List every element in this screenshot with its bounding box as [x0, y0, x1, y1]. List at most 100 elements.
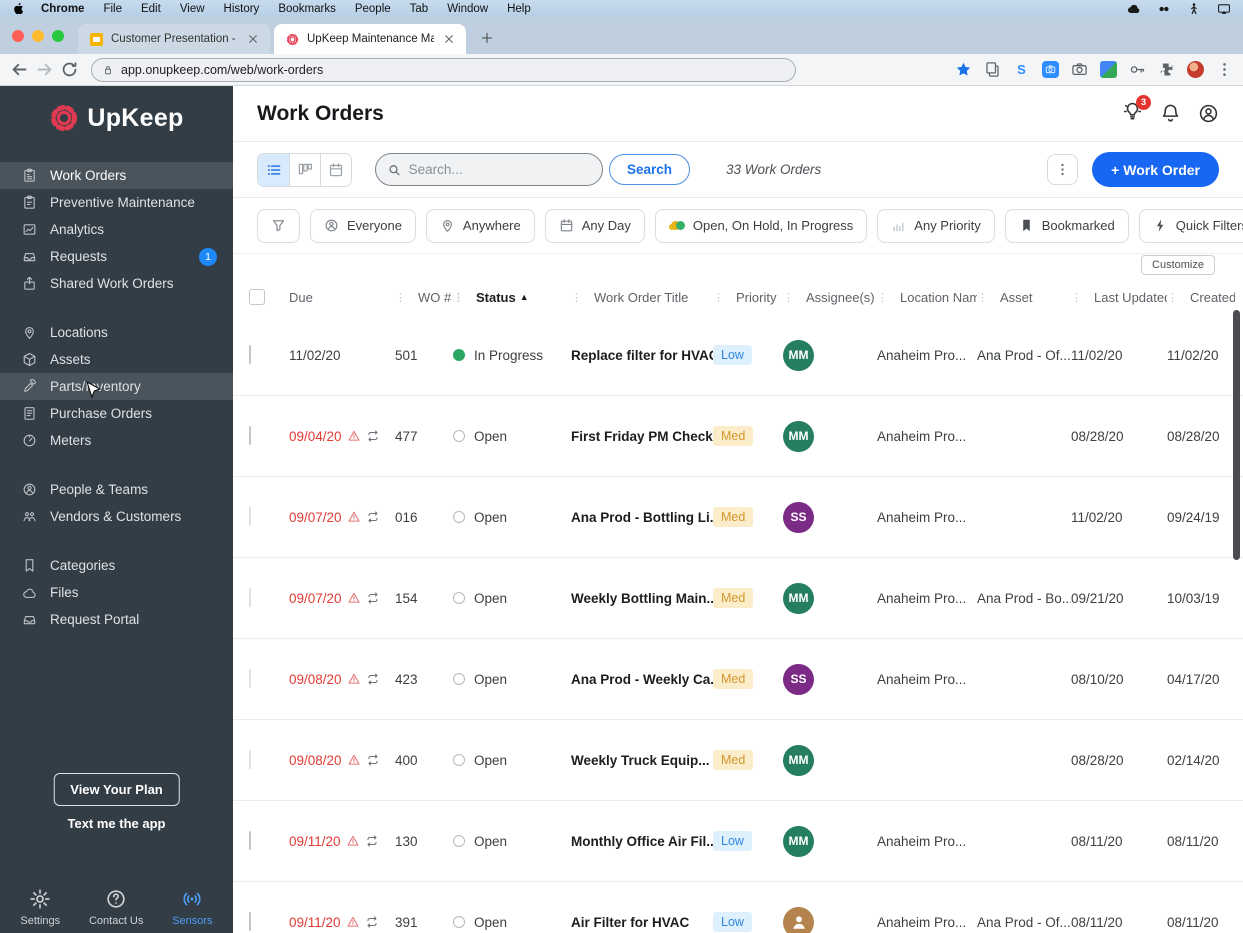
back-icon[interactable]: [10, 60, 29, 79]
sidebar-item-files[interactable]: Files: [0, 579, 233, 606]
minimize-window-button[interactable]: [32, 29, 44, 42]
column-header-created-on[interactable]: Created On: [1167, 290, 1235, 305]
menu-edit[interactable]: Edit: [141, 3, 161, 15]
work-order-row-391[interactable]: 09/11/20 391 Open Air Filter for HVAC Low Ana…: [233, 882, 1243, 933]
browser-tab-1[interactable]: Customer Presentation - Goog: [78, 24, 270, 54]
menu-file[interactable]: File: [103, 3, 122, 15]
browser-menu-icon[interactable]: [1216, 61, 1233, 78]
customize-columns-button[interactable]: Customize: [1141, 255, 1215, 275]
assignee-photo-avatar[interactable]: [783, 906, 814, 933]
menu-help[interactable]: Help: [507, 3, 531, 15]
scrollbar-thumb[interactable]: [1233, 310, 1240, 560]
row-checkbox[interactable]: [249, 669, 251, 688]
status-filter[interactable]: Open, On Hold, In Progress: [654, 208, 868, 243]
work-order-row-016[interactable]: 09/07/20 016 Open Ana Prod - Bottling Li...…: [233, 477, 1243, 558]
cloud-icon[interactable]: [1127, 2, 1141, 16]
column-header-asset[interactable]: Asset: [977, 290, 1071, 305]
account-icon[interactable]: [1198, 103, 1219, 124]
work-order-row-400[interactable]: 09/08/20 400 Open Weekly Truck Equip... Med M…: [233, 720, 1243, 801]
address-bar[interactable]: app.onupkeep.com/web/work-orders: [91, 57, 796, 82]
work-order-row-130[interactable]: 09/11/20 130 Open Monthly Office Air Fil...…: [233, 801, 1243, 882]
column-header-priority[interactable]: Priority: [713, 290, 783, 305]
quick-filters-button[interactable]: Quick Filters: [1138, 208, 1243, 243]
sidebar-item-work-orders[interactable]: Work Orders: [0, 162, 233, 189]
assignee-avatar[interactable]: SS: [783, 501, 814, 533]
sidebar-item-assets[interactable]: Assets: [0, 346, 233, 373]
column-header-status[interactable]: Status▲: [453, 290, 571, 305]
airplay-display-icon[interactable]: [1217, 2, 1231, 16]
sidebar-item-parts-inventory[interactable]: Parts/Inventory: [0, 373, 233, 400]
camera-extension-icon[interactable]: [1071, 61, 1088, 78]
column-header-location-nam[interactable]: Location Nam: [877, 290, 977, 305]
sidebar-item-request-portal[interactable]: Request Portal: [0, 606, 233, 633]
sidebar-item-analytics[interactable]: Analytics: [0, 216, 233, 243]
menu-window[interactable]: Window: [447, 3, 488, 15]
work-order-row-477[interactable]: 09/04/20 477 Open First Friday PM Checks Med…: [233, 396, 1243, 477]
sidebar-item-shared-work-orders[interactable]: Shared Work Orders: [0, 270, 233, 297]
grid-extension-icon[interactable]: [1100, 61, 1117, 78]
upkeep-logo[interactable]: UpKeep: [0, 86, 233, 150]
sidebar-item-requests[interactable]: Requests 1: [0, 243, 233, 270]
assignee-avatar[interactable]: MM: [783, 339, 814, 371]
search-button[interactable]: Search: [609, 154, 691, 185]
work-order-row-423[interactable]: 09/08/20 423 Open Ana Prod - Weekly Ca... Me…: [233, 639, 1243, 720]
assignee-filter[interactable]: Everyone: [310, 208, 416, 243]
copy-extension-icon[interactable]: [984, 61, 1001, 78]
sidebar-item-preventive-maintenance[interactable]: Preventive Maintenance: [0, 189, 233, 216]
forward-icon[interactable]: [35, 60, 54, 79]
add-work-order-button[interactable]: + Work Order: [1092, 152, 1219, 187]
sidebar-item-meters[interactable]: Meters: [0, 427, 233, 454]
select-all-checkbox[interactable]: [249, 289, 265, 305]
zoom-extension-icon[interactable]: [1042, 61, 1059, 78]
sidebar-footer-sensors[interactable]: Sensors: [172, 888, 213, 927]
assignee-avatar[interactable]: MM: [783, 582, 814, 614]
view-plan-button[interactable]: View Your Plan: [53, 773, 180, 806]
text-me-app-link[interactable]: Text me the app: [0, 816, 233, 831]
work-order-row-154[interactable]: 09/07/20 154 Open Weekly Bottling Main... Me…: [233, 558, 1243, 639]
menu-chrome[interactable]: Chrome: [41, 3, 84, 15]
user-figure-icon[interactable]: [1187, 2, 1201, 16]
menu-history[interactable]: History: [224, 3, 260, 15]
assignee-avatar[interactable]: SS: [783, 663, 814, 695]
browser-tab-2[interactable]: UpKeep Maintenance Manager: [274, 24, 466, 54]
more-options-button[interactable]: [1047, 154, 1079, 185]
profile-avatar[interactable]: [1187, 61, 1204, 78]
priority-filter[interactable]: Any Priority: [877, 208, 995, 243]
sidebar-item-categories[interactable]: Categories: [0, 552, 233, 579]
row-checkbox[interactable]: [249, 831, 251, 850]
sidebar-item-vendors-customers[interactable]: Vendors & Customers: [0, 503, 233, 530]
s-extension-icon[interactable]: S: [1013, 61, 1030, 78]
reload-icon[interactable]: [60, 60, 79, 79]
list-view-button[interactable]: [258, 153, 289, 186]
sidebar-item-purchase-orders[interactable]: Purchase Orders: [0, 400, 233, 427]
assignee-avatar[interactable]: MM: [783, 744, 814, 776]
location-filter[interactable]: Anywhere: [425, 208, 535, 243]
column-header-wo-#[interactable]: WO #: [395, 290, 453, 305]
menu-bookmarks[interactable]: Bookmarks: [278, 3, 336, 15]
close-tab-icon[interactable]: [442, 32, 456, 46]
row-checkbox[interactable]: [249, 426, 251, 445]
bookmarked-filter[interactable]: Bookmarked: [1004, 208, 1129, 243]
column-header-last-updated[interactable]: Last Updated: [1071, 290, 1167, 305]
apple-logo-icon[interactable]: [12, 2, 25, 15]
row-checkbox[interactable]: [249, 750, 251, 769]
search-input[interactable]: [408, 162, 590, 177]
bookmark-star-icon[interactable]: [955, 61, 972, 78]
row-checkbox[interactable]: [249, 588, 251, 607]
assignee-avatar[interactable]: MM: [783, 825, 814, 857]
sidebar-footer-contact-us[interactable]: Contact Us: [89, 888, 143, 927]
column-header-assignee-s-[interactable]: Assignee(s): [783, 290, 877, 305]
sidebar-item-locations[interactable]: Locations: [0, 319, 233, 346]
extensions-puzzle-icon[interactable]: [1158, 61, 1175, 78]
date-filter[interactable]: Any Day: [544, 208, 645, 243]
filter-funnel[interactable]: [257, 208, 300, 243]
row-checkbox[interactable]: [249, 912, 251, 931]
board-view-button[interactable]: [289, 153, 320, 186]
close-window-button[interactable]: [12, 29, 24, 42]
maximize-window-button[interactable]: [52, 29, 64, 42]
menu-tab[interactable]: Tab: [410, 3, 429, 15]
notifications-bell-icon[interactable]: [1160, 103, 1181, 124]
sidebar-item-people-teams[interactable]: People & Teams: [0, 476, 233, 503]
row-checkbox[interactable]: [249, 507, 251, 526]
assignee-avatar[interactable]: MM: [783, 420, 814, 452]
